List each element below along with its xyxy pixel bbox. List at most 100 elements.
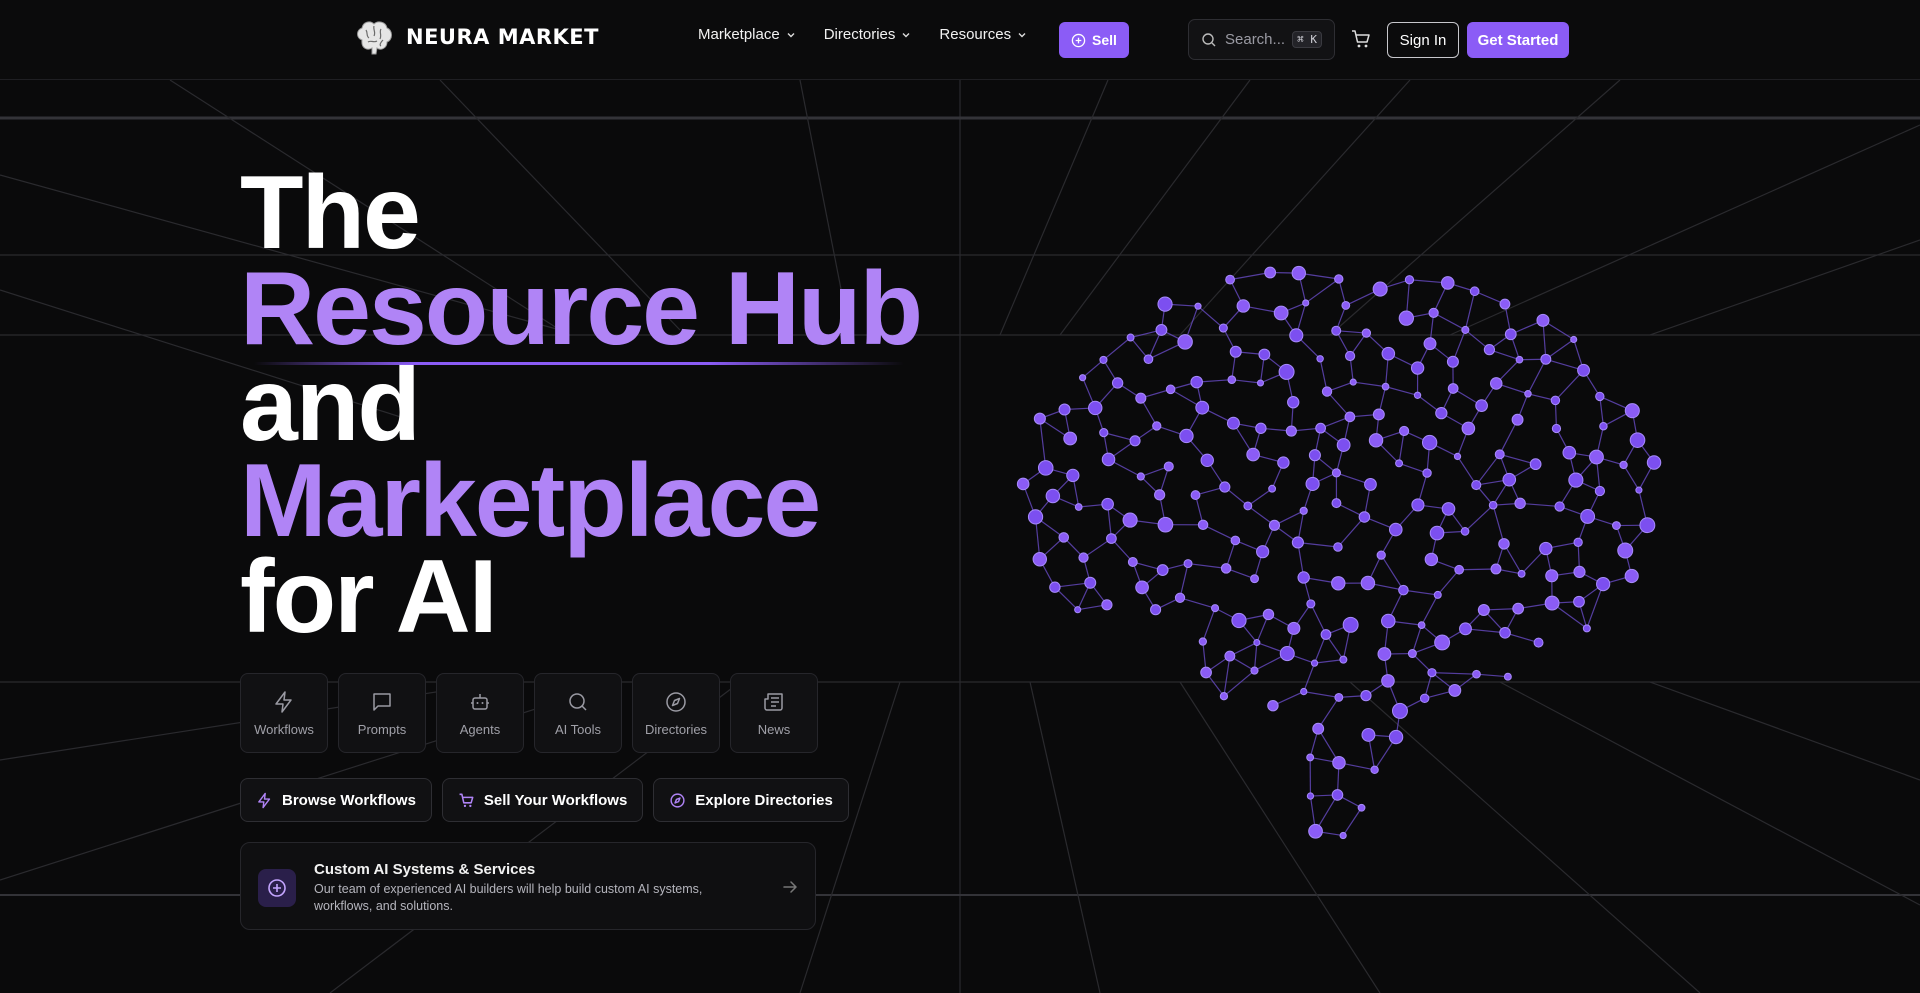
network-node bbox=[1333, 542, 1343, 552]
network-node bbox=[1331, 498, 1342, 509]
network-node bbox=[1471, 479, 1482, 491]
network-node bbox=[1310, 659, 1319, 667]
network-node bbox=[1126, 333, 1135, 342]
network-node bbox=[1074, 606, 1082, 614]
explore-directories-button[interactable]: Explore Directories bbox=[653, 778, 849, 822]
network-node bbox=[1255, 422, 1267, 434]
network-node bbox=[1268, 484, 1277, 493]
custom-ai-services-card[interactable]: Custom AI Systems & Services Our team of… bbox=[240, 842, 816, 930]
network-node bbox=[1524, 390, 1532, 398]
category-news[interactable]: News bbox=[730, 673, 818, 753]
network-edge bbox=[1457, 456, 1477, 486]
network-node bbox=[1619, 460, 1628, 470]
chevron-down-icon bbox=[1018, 32, 1026, 37]
network-node bbox=[1177, 334, 1193, 350]
network-node bbox=[1315, 422, 1326, 434]
sign-in-button[interactable]: Sign In bbox=[1387, 22, 1459, 58]
network-node bbox=[1106, 533, 1117, 544]
nav-resources-label: Resources bbox=[939, 26, 1012, 43]
network-node bbox=[1512, 602, 1525, 615]
network-edge bbox=[1459, 568, 1496, 571]
cart-icon bbox=[459, 793, 474, 807]
arrow-right-icon bbox=[783, 881, 797, 893]
hero-line-2: Resource Hub bbox=[240, 251, 923, 367]
network-node bbox=[1368, 433, 1384, 448]
network-node bbox=[1475, 399, 1488, 412]
card-description: Our team of experienced AI builders will… bbox=[314, 882, 703, 913]
network-node bbox=[1446, 355, 1459, 368]
browse-workflows-button[interactable]: Browse Workflows bbox=[240, 778, 432, 822]
cart-icon[interactable] bbox=[1350, 28, 1372, 50]
network-node bbox=[1334, 274, 1344, 284]
nav-marketplace[interactable]: Marketplace bbox=[698, 26, 796, 43]
network-node bbox=[1376, 550, 1386, 560]
network-node bbox=[1381, 674, 1395, 688]
network-node bbox=[1231, 612, 1247, 629]
network-node bbox=[1339, 831, 1347, 840]
hero-line-4: Marketplace bbox=[240, 443, 821, 559]
network-node bbox=[1357, 803, 1366, 812]
network-edge bbox=[1385, 386, 1418, 396]
network-node bbox=[1624, 568, 1639, 584]
network-node bbox=[1540, 353, 1552, 365]
network-node bbox=[1219, 692, 1229, 701]
get-started-button[interactable]: Get Started bbox=[1467, 22, 1569, 58]
network-node bbox=[1554, 501, 1565, 512]
network-node bbox=[1321, 386, 1333, 397]
network-node bbox=[1539, 541, 1553, 556]
sell-workflows-button[interactable]: Sell Your Workflows bbox=[441, 778, 644, 822]
network-node bbox=[1287, 621, 1301, 635]
network-node bbox=[1163, 461, 1174, 472]
network-node bbox=[1135, 392, 1147, 404]
category-directories[interactable]: Directories bbox=[632, 673, 720, 753]
category-label: News bbox=[757, 721, 791, 737]
network-node bbox=[1278, 363, 1295, 380]
network-node bbox=[1287, 396, 1300, 409]
network-node bbox=[1358, 511, 1371, 523]
hero-actions: Browse Workflows Sell Your Workflows Exp… bbox=[240, 778, 849, 822]
network-node bbox=[1499, 626, 1511, 639]
sell-workflows-label: Sell Your Workflows bbox=[483, 791, 628, 809]
top-navbar: NEURA MARKET Marketplace Directories Res… bbox=[0, 0, 1920, 80]
plus-circle-icon bbox=[258, 869, 296, 907]
nav-resources[interactable]: Resources bbox=[939, 26, 1027, 43]
search-input[interactable]: Search... ⌘ K bbox=[1188, 19, 1335, 60]
network-node bbox=[1312, 722, 1325, 735]
network-node bbox=[1066, 468, 1080, 483]
network-node bbox=[1388, 729, 1404, 745]
category-prompts[interactable]: Prompts bbox=[338, 673, 426, 753]
network-edge bbox=[1337, 516, 1365, 548]
network-node bbox=[1200, 666, 1212, 679]
network-node bbox=[1344, 350, 1356, 362]
network-node bbox=[1111, 377, 1124, 389]
category-workflows[interactable]: Workflows bbox=[240, 673, 328, 753]
hero-headline: The Resource Hub and Marketplace for AI bbox=[240, 161, 923, 655]
sell-button[interactable]: Sell bbox=[1059, 22, 1129, 58]
network-node bbox=[1589, 449, 1604, 465]
hero-line-5: for AI bbox=[240, 539, 498, 655]
network-node bbox=[1099, 428, 1109, 438]
network-edge bbox=[1103, 337, 1131, 361]
network-node bbox=[1016, 477, 1030, 491]
nav-directories[interactable]: Directories bbox=[824, 26, 912, 43]
network-node bbox=[1306, 599, 1316, 609]
category-agents[interactable]: Agents bbox=[436, 673, 524, 753]
network-node bbox=[1342, 616, 1359, 633]
brain-icon bbox=[357, 21, 392, 55]
search-icon bbox=[569, 692, 587, 711]
network-node bbox=[1349, 378, 1357, 386]
compass-icon bbox=[670, 792, 685, 808]
network-node bbox=[1078, 552, 1089, 563]
network-edge bbox=[1229, 271, 1271, 281]
network-node bbox=[1577, 363, 1590, 377]
network-node bbox=[1404, 275, 1415, 285]
network-node bbox=[1308, 449, 1321, 462]
network-edge bbox=[1179, 563, 1189, 598]
category-ai-tools[interactable]: AI Tools bbox=[534, 673, 622, 753]
network-node bbox=[1364, 478, 1377, 491]
brand-logo[interactable]: NEURA MARKET bbox=[354, 18, 599, 56]
network-node bbox=[1088, 400, 1103, 416]
network-node bbox=[1435, 406, 1448, 420]
network-node bbox=[1332, 755, 1346, 770]
message-square-icon bbox=[373, 692, 391, 711]
